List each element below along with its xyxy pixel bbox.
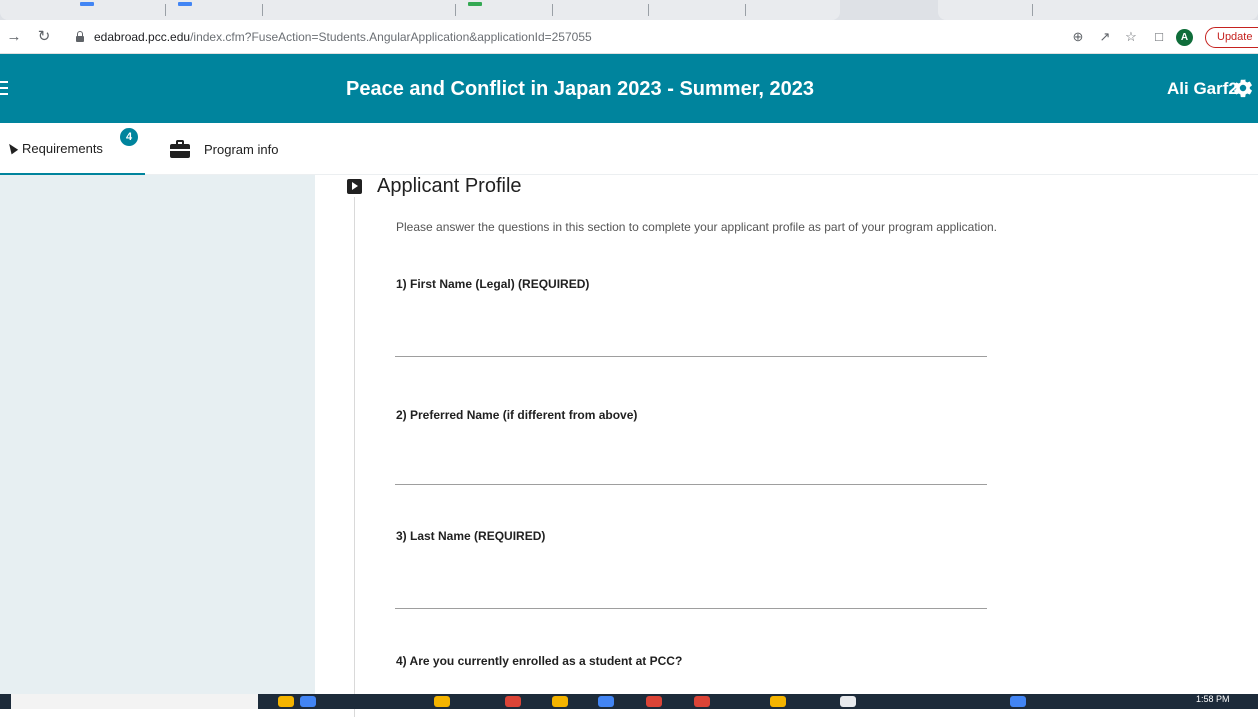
question-label: 1) First Name (Legal) (REQUIRED): [396, 277, 590, 291]
update-button[interactable]: Update: [1205, 27, 1258, 48]
taskbar-app-icon[interactable]: [1010, 696, 1026, 707]
share-icon[interactable]: ↗: [1096, 28, 1114, 46]
url-host: edabroad.pcc.edu: [94, 30, 191, 44]
side-panel-icon[interactable]: □: [1150, 28, 1168, 46]
tab-separator: [745, 4, 746, 16]
taskbar-clock[interactable]: 1:58 PM: [1196, 694, 1230, 704]
answer-underline: [395, 484, 987, 485]
collapse-section-icon[interactable]: [347, 179, 362, 194]
taskbar-app-icon[interactable]: [434, 696, 450, 707]
section-intro: Please answer the questions in this sect…: [396, 220, 997, 234]
app-header: Peace and Conflict in Japan 2023 - Summe…: [0, 54, 1258, 123]
tab-separator: [552, 4, 553, 16]
tab-separator: [262, 4, 263, 16]
section-timeline: [354, 197, 355, 717]
question-label: 3) Last Name (REQUIRED): [396, 529, 546, 543]
lock-icon: [74, 31, 86, 43]
taskbar-app-icon[interactable]: [300, 696, 316, 707]
zoom-icon[interactable]: ⊕: [1069, 28, 1087, 46]
gear-icon[interactable]: [1232, 77, 1254, 99]
profile-avatar[interactable]: A: [1176, 29, 1193, 46]
taskbar-app-icon[interactable]: [770, 696, 786, 707]
app-tabs: Requirements 4 Program info: [0, 123, 1258, 175]
taskbar-app-icon[interactable]: [278, 696, 294, 707]
tab-favicon-icon: [178, 2, 192, 6]
forward-arrow-icon[interactable]: →: [4, 27, 24, 47]
browser-tabstrip: [0, 0, 1258, 20]
question-label: 4) Are you currently enrolled as a stude…: [396, 654, 683, 668]
requirements-count-badge: 4: [118, 126, 140, 148]
tab-favicon-icon: [468, 2, 482, 6]
tab-separator: [1032, 4, 1033, 16]
pointer-icon: [5, 141, 19, 155]
browser-tab[interactable]: [0, 0, 840, 20]
taskbar-app-icon[interactable]: [552, 696, 568, 707]
os-taskbar: 1:58 PM: [0, 694, 1258, 709]
reload-icon[interactable]: ↻: [34, 27, 54, 47]
tab-separator: [455, 4, 456, 16]
tab-separator: [165, 4, 166, 16]
bookmark-star-icon[interactable]: ☆: [1122, 28, 1140, 46]
program-title: Peace and Conflict in Japan 2023 - Summe…: [346, 78, 814, 100]
answer-underline: [395, 356, 987, 357]
tab-favicon-icon: [80, 2, 94, 6]
tab-program-info-label: Program info: [204, 141, 279, 157]
briefcase-icon: [170, 140, 190, 158]
url-path: /index.cfm?FuseAction=Students.AngularAp…: [190, 30, 592, 44]
preferred-name-input[interactable]: [395, 458, 987, 484]
address-bar[interactable]: edabroad.pcc.edu/index.cfm?FuseAction=St…: [64, 25, 1064, 49]
taskbar-app-icon[interactable]: [598, 696, 614, 707]
answer-underline: [395, 608, 987, 609]
taskbar-app-icon[interactable]: [505, 696, 521, 707]
taskbar-app-icon[interactable]: [840, 696, 856, 707]
tab-requirements-label: Requirements: [22, 140, 103, 156]
browser-toolbar: → ↻ edabroad.pcc.edu/index.cfm?FuseActio…: [0, 20, 1258, 54]
user-name[interactable]: Ali Garf2: [1167, 79, 1238, 99]
sidebar: [0, 175, 315, 709]
main-content: Applicant Profile Please answer the ques…: [315, 175, 1258, 717]
taskbar-app-icon[interactable]: [646, 696, 662, 707]
browser-tab[interactable]: [938, 0, 1258, 20]
taskbar-search[interactable]: [8, 694, 258, 709]
taskbar-app-icon[interactable]: [694, 696, 710, 707]
tab-requirements[interactable]: Requirements 4: [0, 123, 145, 175]
last-name-input[interactable]: [395, 582, 987, 608]
section-title: Applicant Profile: [377, 175, 522, 197]
first-name-input[interactable]: [395, 330, 987, 356]
question-label: 2) Preferred Name (if different from abo…: [396, 408, 638, 422]
tab-separator: [648, 4, 649, 16]
tab-program-info[interactable]: Program info: [170, 123, 310, 175]
